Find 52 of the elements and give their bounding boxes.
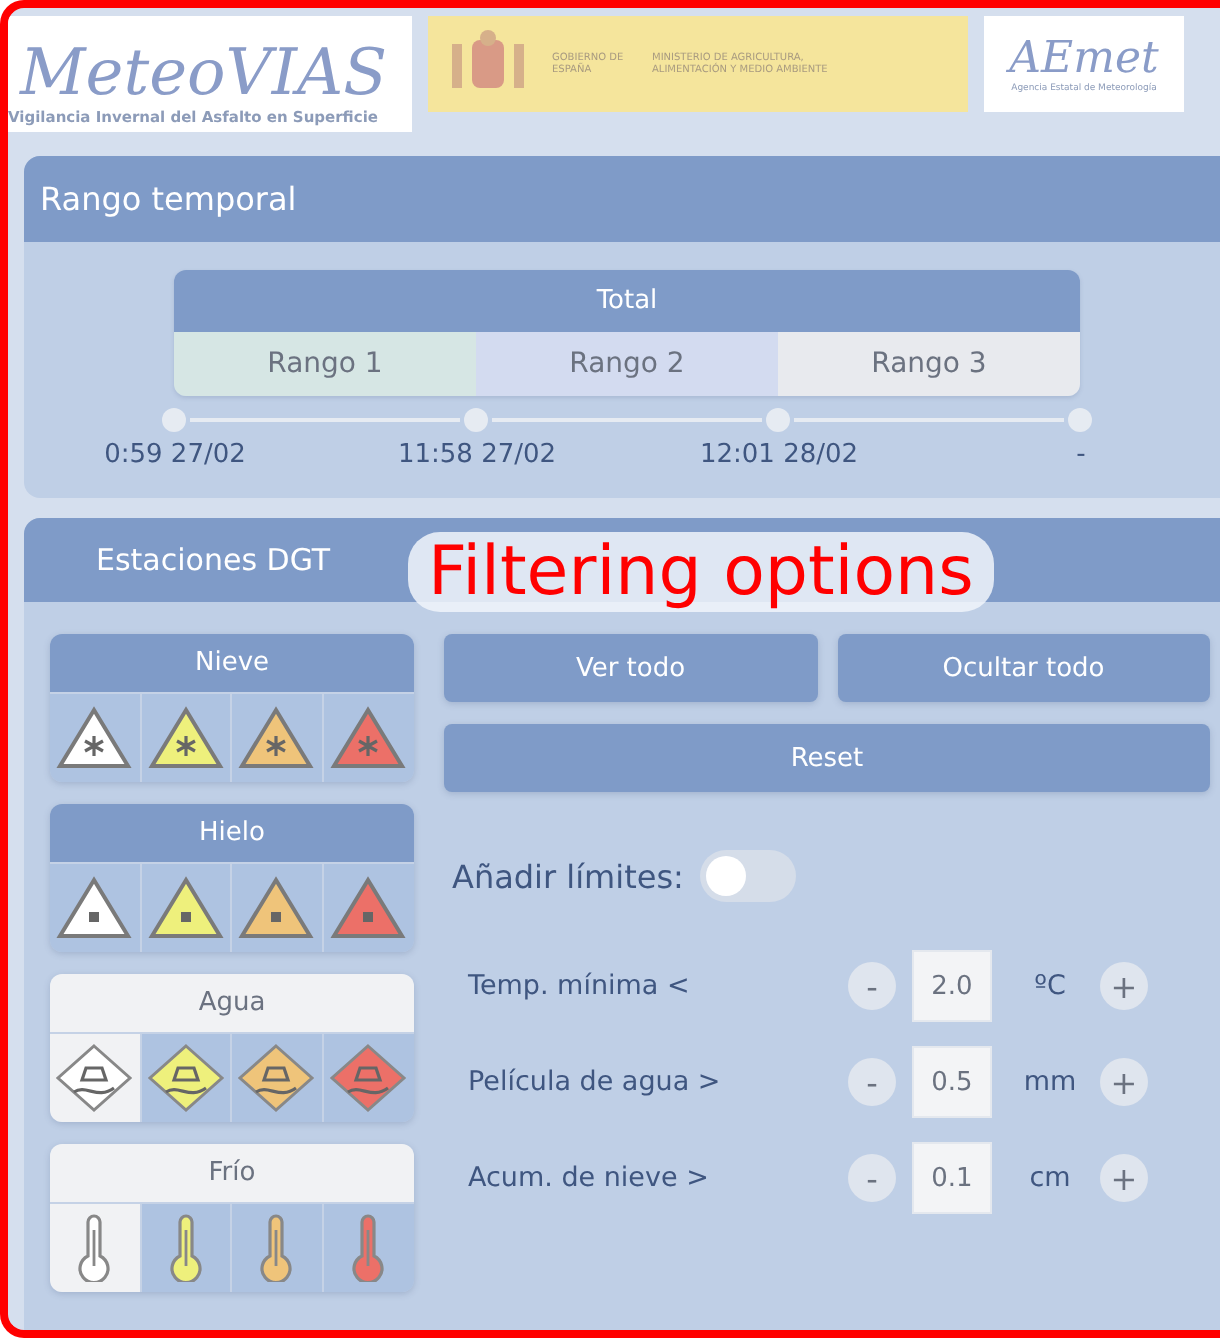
- agency-logo-title: AEmet: [1009, 34, 1159, 84]
- limit-input[interactable]: 2.0: [912, 950, 992, 1022]
- increase-button[interactable]: +: [1100, 962, 1148, 1010]
- unit-label: cm: [1027, 1162, 1073, 1194]
- show-all-button[interactable]: Ver todo: [444, 634, 817, 702]
- category-toggle[interactable]: Hielo: [50, 804, 414, 864]
- logo-title: MeteoVIAS: [17, 40, 388, 104]
- annotation-label: Filtering options: [408, 532, 994, 612]
- timeline-handle[interactable]: [1068, 408, 1092, 432]
- level-filter-cell[interactable]: [141, 864, 232, 952]
- limit-label: Temp. mínima <: [468, 970, 692, 1002]
- limit-label: Acum. de nieve >: [468, 1162, 711, 1194]
- decrease-button[interactable]: -: [848, 962, 896, 1010]
- reset-button[interactable]: Reset: [444, 724, 1210, 792]
- level-filter-cell[interactable]: [323, 694, 414, 782]
- decrease-button[interactable]: -: [848, 1058, 896, 1106]
- range-button[interactable]: Rango 2: [476, 332, 778, 396]
- level-filter-cell[interactable]: [232, 864, 323, 952]
- level-filter-cell[interactable]: [50, 694, 141, 782]
- limit-label: Película de agua >: [468, 1066, 723, 1098]
- toggle-label: Añadir límites:: [452, 857, 684, 895]
- timeline-label: 0:59 27/02: [102, 440, 248, 470]
- timeline-label: -: [1074, 440, 1088, 470]
- toggle-switch[interactable]: [699, 850, 796, 902]
- category-toggle[interactable]: Frío: [50, 1144, 414, 1204]
- hide-all-button[interactable]: Ocultar todo: [837, 634, 1210, 702]
- unit-label: ºC: [1032, 970, 1068, 1002]
- timeline-label: 12:01 28/02: [697, 440, 861, 470]
- unit-label: mm: [1021, 1066, 1079, 1098]
- total-button[interactable]: Total: [174, 270, 1080, 332]
- level-filter-cell[interactable]: [141, 694, 232, 782]
- level-filter-cell[interactable]: [50, 1204, 141, 1292]
- category-toggle[interactable]: Agua: [50, 974, 414, 1034]
- increase-button[interactable]: +: [1100, 1058, 1148, 1106]
- level-filter-cell[interactable]: [323, 1204, 414, 1292]
- timeline-handle[interactable]: [464, 408, 488, 432]
- category-toggle[interactable]: Nieve: [50, 634, 414, 694]
- timeline-label: 11:58 27/02: [395, 440, 559, 470]
- level-filter-cell[interactable]: [323, 864, 414, 952]
- range-button[interactable]: Rango 1: [174, 332, 476, 396]
- limit-input[interactable]: 0.1: [912, 1142, 992, 1214]
- panel-title: Rango temporal: [24, 156, 1220, 242]
- limit-input[interactable]: 0.5: [912, 1046, 992, 1118]
- timeline-handle[interactable]: [766, 408, 790, 432]
- timeline-handle[interactable]: [162, 408, 186, 432]
- range-button[interactable]: Rango 3: [778, 332, 1080, 396]
- level-filter-cell[interactable]: [232, 1204, 323, 1292]
- increase-button[interactable]: +: [1100, 1154, 1148, 1202]
- level-filter-cell[interactable]: [50, 864, 141, 952]
- level-filter-cell[interactable]: [141, 1204, 232, 1292]
- level-filter-cell[interactable]: [232, 694, 323, 782]
- decrease-button[interactable]: -: [848, 1154, 896, 1202]
